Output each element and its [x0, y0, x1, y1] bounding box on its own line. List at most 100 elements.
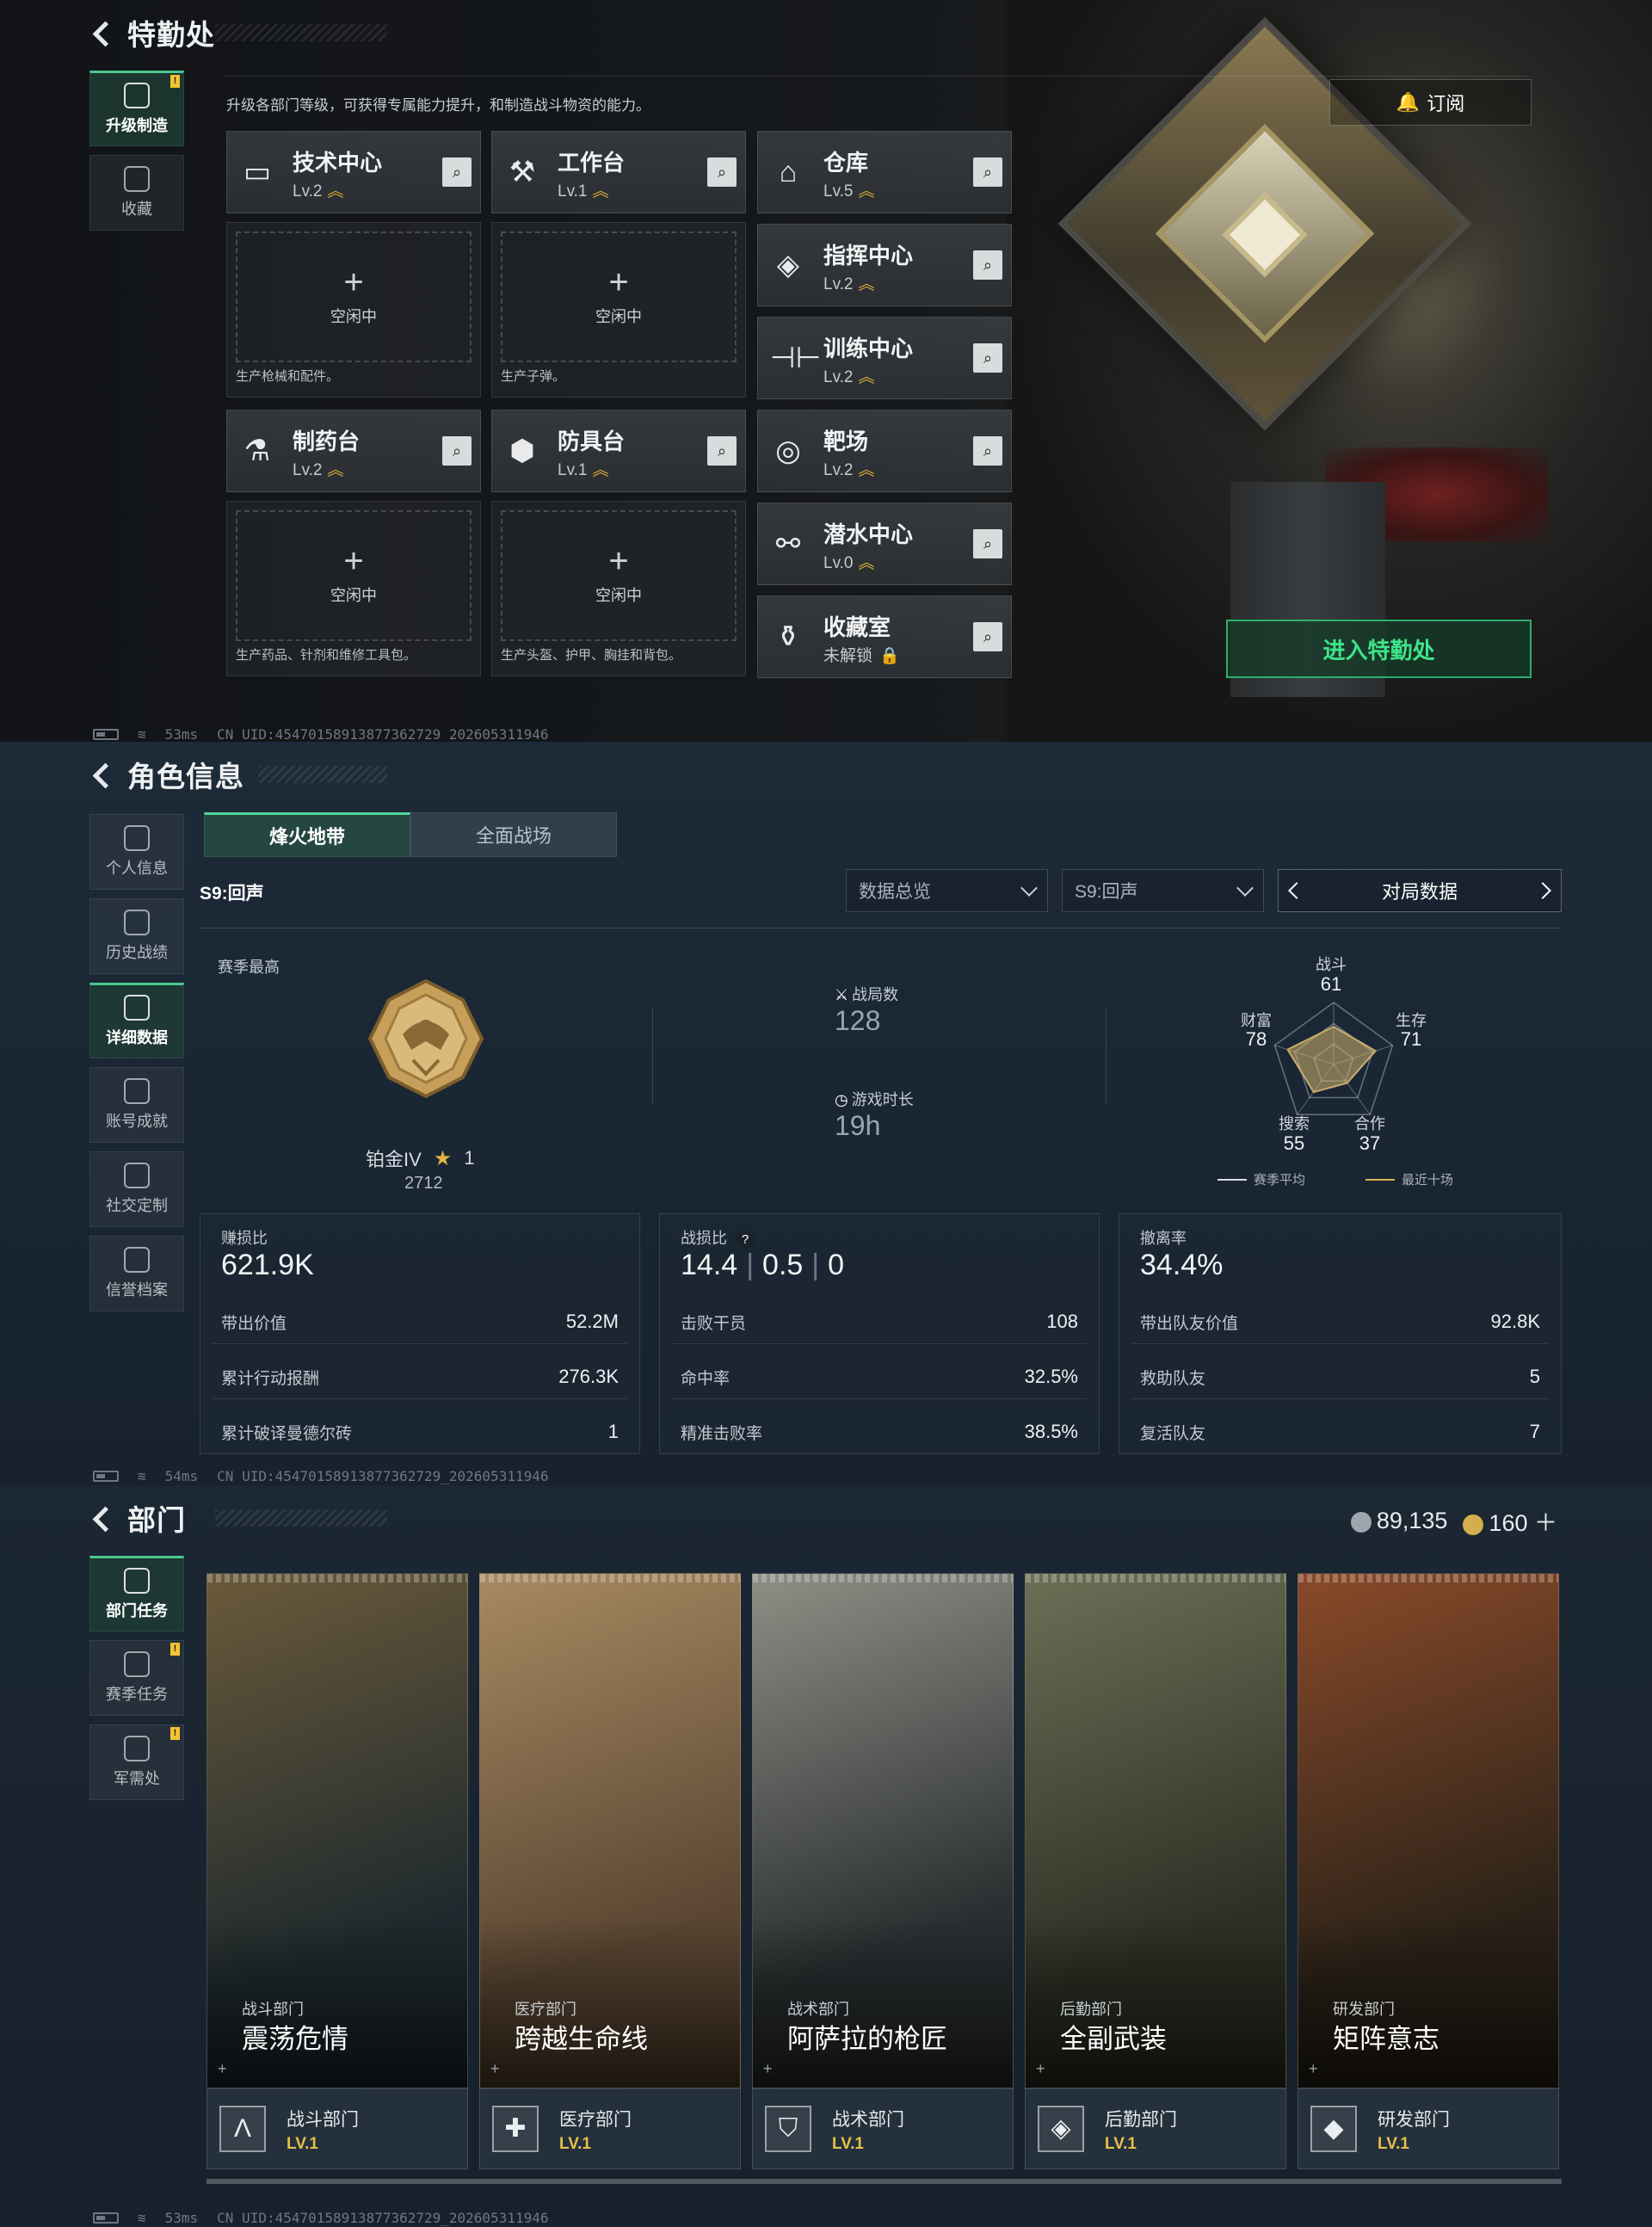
department-name: 研发部门 — [1378, 2110, 1450, 2130]
workshop-card-armor[interactable]: ⬢ 防具台 Lv.1 ︽ ⌕ — [491, 410, 746, 492]
description-text: 升级各部门等级，可获得专属能力提升，和制造战斗物资的能力。 — [226, 97, 650, 114]
department-level-bar[interactable]: ⛉ 战术部门 LV.1 — [752, 2088, 1014, 2169]
sidebar-item-history[interactable]: 历史战绩 — [89, 898, 184, 974]
microscope-icon: ⚗ — [243, 435, 271, 467]
facility-card-command[interactable]: ◈ 指挥中心 Lv.2 ︽ ⌕ — [757, 224, 1012, 306]
enter-logistics-button[interactable]: 进入特勤处 — [1226, 620, 1532, 678]
sidebar-item-quartermaster[interactable]: ! 军需处 — [89, 1724, 184, 1800]
search-icon[interactable]: ⌕ — [442, 157, 472, 187]
armor-icon: ⬢ — [509, 435, 535, 467]
help-icon[interactable]: ? — [736, 1231, 755, 1249]
star-icon: ★ — [433, 1146, 453, 1170]
season-dropdown[interactable]: S9:回声 — [1062, 869, 1264, 912]
radar-label: 生存 — [1396, 1012, 1427, 1029]
sidebar-item-season-tasks[interactable]: ! 赛季任务 — [89, 1640, 184, 1716]
sidebar-item-collection[interactable]: 收藏 — [89, 155, 184, 231]
search-icon[interactable]: ⌕ — [973, 250, 1002, 280]
production-slot[interactable]: + 空闲中 生产药品、针剂和维修工具包。 — [226, 501, 481, 676]
medical-dept-icon: ✚ — [492, 2106, 539, 2152]
plus-icon: + — [343, 542, 364, 580]
back-icon[interactable] — [89, 1505, 115, 1531]
header: 特勤处 — [89, 14, 215, 52]
season-best-label: 赛季最高 — [218, 959, 280, 976]
sidebar-item-dept-tasks[interactable]: 部门任务 — [89, 1556, 184, 1632]
command-icon: ◈ — [776, 249, 800, 281]
crossed-swords-icon: ⚔ — [835, 986, 849, 1003]
facility-card-collection-room[interactable]: ⚱ 收藏室 未解锁 🔒 ⌕ — [757, 595, 1012, 678]
plus-icon: + — [608, 542, 629, 580]
corner-plus-icon: + — [763, 2060, 773, 2077]
wrench-icon — [124, 1163, 150, 1188]
department-level-bar[interactable]: ◆ 研发部门 LV.1 — [1298, 2088, 1559, 2169]
stat-row: 累计行动报酬 276.3K — [221, 1366, 619, 1388]
sidebar-item-social[interactable]: 社交定制 — [89, 1151, 184, 1227]
sidebar-item-details[interactable]: 详细数据 — [89, 983, 184, 1058]
alert-badge: ! — [170, 1643, 180, 1656]
data-type-dropdown[interactable]: 数据总览 — [846, 869, 1048, 912]
tactical-dept-icon: ⛉ — [765, 2106, 811, 2152]
production-slot[interactable]: + 空闲中 生产头盔、护甲、胸挂和背包。 — [491, 501, 746, 676]
sidebar-item-label: 升级制造 — [106, 117, 168, 134]
department-card[interactable]: 战斗部门 震荡危情 + — [206, 1573, 468, 2089]
department-card[interactable]: 医疗部门 跨越生命线 + — [479, 1573, 741, 2089]
production-slot[interactable]: + 空闲中 生产子弹。 — [491, 222, 746, 398]
header: 部门 — [89, 1499, 186, 1537]
sidebar-item-achievements[interactable]: 账号成就 — [89, 1067, 184, 1143]
tab-warfare[interactable]: 全面战场 — [410, 812, 617, 857]
header: 角色信息 — [89, 756, 244, 793]
rnd-dept-icon: ◆ — [1310, 2106, 1357, 2152]
chevron-right-icon[interactable] — [1534, 882, 1551, 899]
shield-icon — [124, 1247, 150, 1273]
department-title: 全副武装 — [1060, 2024, 1167, 2054]
subscribe-button[interactable]: 🔔 订阅 — [1329, 79, 1532, 126]
season-label: S9:回声 — [200, 884, 264, 904]
facility-card-training[interactable]: ⊣⊢ 训练中心 Lv.2 ︽ ⌕ — [757, 317, 1012, 399]
sidebar-item-upgrade[interactable]: ! 升级制造 — [89, 71, 184, 146]
search-icon[interactable]: ⌕ — [707, 436, 737, 466]
kd-stats-box: 战损比? 14.4 | 0.5 | 0 击败干员 108 命中率 32.5% 精准击败率 38… — [659, 1213, 1100, 1454]
match-data-switcher: 对局数据 — [1278, 869, 1562, 912]
sidebar-item-label: 收藏 — [121, 200, 152, 218]
sidebar-item-credit[interactable]: 信誉档案 — [89, 1236, 184, 1311]
chevron-left-icon[interactable] — [1288, 882, 1305, 899]
radar-label: 合作 — [1354, 1115, 1385, 1132]
department-card[interactable]: 战术部门 阿萨拉的枪匠 + — [752, 1573, 1014, 2089]
search-icon[interactable]: ⌕ — [707, 157, 737, 187]
bar-chart-icon — [124, 825, 150, 851]
search-icon[interactable]: ⌕ — [973, 622, 1002, 651]
department-card[interactable]: 研发部门 矩阵意志 + — [1298, 1573, 1559, 2089]
radar-label: 财富 — [1241, 1012, 1272, 1029]
tab-operations[interactable]: 烽火地带 — [204, 812, 410, 857]
coin-icon — [1350, 1511, 1372, 1533]
sidebar-item-personal[interactable]: 个人信息 — [89, 814, 184, 890]
status-footer: ≋ 53ms CN UID:4547015891387736272​9_2026… — [93, 726, 548, 742]
wifi-icon: ≋ — [138, 1468, 146, 1484]
battery-icon — [93, 729, 119, 740]
workshop-card-workbench[interactable]: ⚒ 工作台 Lv.1 ︽ ⌕ — [491, 131, 746, 213]
back-icon[interactable] — [89, 762, 115, 787]
back-icon[interactable] — [89, 20, 115, 46]
search-icon[interactable]: ⌕ — [973, 343, 1002, 373]
achievement-icon — [124, 1078, 150, 1104]
tools-icon: ⚒ — [509, 156, 536, 188]
search-icon[interactable]: ⌕ — [442, 436, 472, 466]
currency-2[interactable]: 160 ＋ — [1463, 1504, 1557, 1538]
department-level-bar[interactable]: ◈ 后勤部门 LV.1 — [1025, 2088, 1286, 2169]
playtime-label: ◷ 游戏时长 — [835, 1091, 914, 1108]
facility-card-range[interactable]: ◎ 靶场 Lv.2 ︽ ⌕ — [757, 410, 1012, 492]
workshop-card-tech[interactable]: ▭ 技术中心 Lv.2 ︽ ⌕ — [226, 131, 481, 213]
department-level-bar[interactable]: ✚ 医疗部门 LV.1 — [479, 2088, 741, 2169]
radar-label: 搜索 — [1279, 1115, 1310, 1132]
corner-plus-icon: + — [1036, 2060, 1045, 2077]
facility-card-warehouse[interactable]: ⌂ 仓库 Lv.5 ︽ ⌕ — [757, 131, 1012, 213]
status-footer: ≋ 53ms CN UID:4547015891387736272​9_2026… — [93, 2210, 548, 2226]
facility-card-diving[interactable]: ⚯ 潜水中心 Lv.0 ︽ ⌕ — [757, 503, 1012, 585]
department-name: 战术部门 — [832, 2110, 904, 2130]
search-icon[interactable]: ⌕ — [973, 529, 1002, 558]
search-icon[interactable]: ⌕ — [973, 157, 1002, 187]
workshop-card-pharmacy[interactable]: ⚗ 制药台 Lv.2 ︽ ⌕ — [226, 410, 481, 492]
department-level-bar[interactable]: Λ 战斗部门 LV.1 — [206, 2088, 468, 2169]
production-slot[interactable]: + 空闲中 生产枪械和配件。 — [226, 222, 481, 398]
department-card[interactable]: 后勤部门 全副武装 + — [1025, 1573, 1286, 2089]
search-icon[interactable]: ⌕ — [973, 436, 1002, 466]
